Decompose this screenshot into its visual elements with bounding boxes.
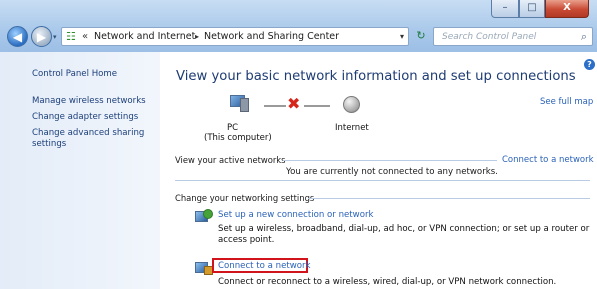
- left-pane: Control Panel Home Manage wireless netwo…: [0, 52, 160, 289]
- sidebar-item-change-adapter-settings[interactable]: Change adapter settings: [32, 112, 154, 123]
- connection-line: [304, 105, 330, 107]
- connect-to-network-task-link[interactable]: Connect to a network: [218, 261, 311, 271]
- active-networks-heading: View your active networks: [175, 155, 286, 165]
- section-divider: [283, 160, 497, 161]
- search-icon[interactable]: ⌕: [581, 30, 587, 43]
- title-bar: – □ X ◀ ▶ ▾ ☷ « Network and Internet ▸ N…: [0, 0, 597, 52]
- overflow-chevron-icon[interactable]: «: [82, 30, 88, 43]
- connection-line: [264, 105, 286, 107]
- address-bar[interactable]: ☷ « Network and Internet ▸ Network and S…: [61, 27, 409, 46]
- refresh-icon: ↻: [416, 29, 426, 42]
- internet-globe-icon: [343, 96, 360, 113]
- networking-settings-heading: Change your networking settings: [175, 193, 315, 203]
- connect-to-network-description: Connect or reconnect to a wireless, wire…: [218, 277, 557, 287]
- page-title: View your basic network information and …: [176, 69, 576, 84]
- breadcrumb-network-and-sharing-center[interactable]: Network and Sharing Center: [204, 31, 339, 43]
- refresh-button[interactable]: ↻: [412, 27, 430, 46]
- breadcrumb-network-and-internet[interactable]: Network and Internet: [94, 31, 195, 43]
- sidebar-item-manage-wireless-networks[interactable]: Manage wireless networks: [32, 96, 154, 107]
- broken-connection-icon: ✖: [287, 94, 301, 113]
- search-placeholder: Search Control Panel: [442, 32, 537, 42]
- network-sharing-center-window: – □ X ◀ ▶ ▾ ☷ « Network and Internet ▸ N…: [0, 0, 597, 289]
- forward-arrow-icon: ▶: [36, 30, 47, 44]
- connect-to-network-link[interactable]: Connect to a network: [502, 155, 594, 165]
- see-full-map-link[interactable]: See full map: [540, 97, 593, 107]
- caption-buttons: – □ X: [491, 0, 589, 18]
- sidebar-item-change-advanced-sharing-settings[interactable]: Change advanced sharing settings: [32, 128, 154, 150]
- computer-tower: [240, 98, 249, 112]
- this-computer-label: (This computer): [204, 133, 272, 143]
- main-pane: ? View your basic network information an…: [160, 52, 597, 289]
- section-divider: [175, 180, 590, 181]
- breadcrumb-separator-icon[interactable]: ▸: [195, 31, 199, 43]
- search-input[interactable]: Search Control Panel ⌕: [433, 27, 593, 46]
- network-icon: ☷: [66, 30, 76, 43]
- recent-pages-dropdown[interactable]: ▾: [53, 33, 57, 41]
- sidebar-item-control-panel-home[interactable]: Control Panel Home: [32, 69, 154, 80]
- back-arrow-icon: ◀: [12, 30, 23, 44]
- setup-new-connection-link[interactable]: Set up a new connection or network: [218, 210, 373, 220]
- icon-badge: [203, 209, 213, 219]
- close-button[interactable]: X: [545, 0, 589, 18]
- setup-new-connection-description: Set up a wireless, broadband, dial-up, a…: [218, 224, 590, 245]
- help-icon[interactable]: ?: [584, 59, 595, 70]
- back-button[interactable]: ◀: [7, 26, 28, 47]
- pc-label: PC: [227, 123, 239, 133]
- forward-button[interactable]: ▶: [31, 26, 52, 47]
- minimize-button[interactable]: –: [491, 0, 519, 18]
- new-connection-icon: [195, 209, 213, 223]
- section-divider: [308, 198, 590, 199]
- internet-label: Internet: [335, 123, 369, 133]
- address-dropdown-icon[interactable]: ▾: [400, 31, 404, 43]
- connection-status-text: You are currently not connected to any n…: [286, 167, 498, 177]
- connect-network-icon: [195, 260, 213, 275]
- maximize-button[interactable]: □: [519, 0, 545, 18]
- computer-icon: [228, 95, 249, 112]
